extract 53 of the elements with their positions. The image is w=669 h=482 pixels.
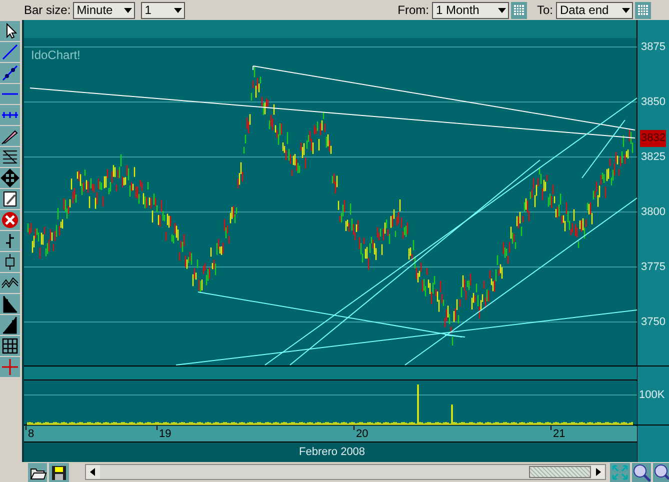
caret-icon [622, 8, 630, 12]
trend-line[interactable] [404, 198, 638, 366]
zoom-out-icon[interactable] [653, 462, 669, 482]
save-icon[interactable] [49, 462, 69, 482]
caret-icon [124, 8, 132, 12]
trend-line[interactable] [290, 160, 540, 366]
segment-icon[interactable] [0, 63, 20, 83]
trend-line[interactable] [582, 120, 626, 178]
dropdown[interactable]: 1 Month [432, 2, 509, 18]
trend-line[interactable] [198, 292, 462, 338]
field-label: Bar size: [24, 2, 71, 19]
volume-axis-label: 100K [639, 388, 665, 403]
dropdown[interactable]: 1 [140, 2, 185, 18]
month-label: Febrero 2008 [299, 445, 366, 460]
parallel-lines-icon[interactable] [0, 147, 20, 167]
pointer-icon[interactable] [0, 21, 20, 41]
field-label: From: [398, 2, 429, 19]
bar-chart-icon[interactable] [0, 231, 20, 251]
zigzag-icon[interactable] [0, 273, 20, 293]
scroll-left-icon[interactable] [86, 465, 100, 479]
price-axis-label: 3825 [641, 150, 666, 165]
dropdown[interactable]: Data end [556, 2, 633, 18]
last-price-badge: 3832 [640, 130, 666, 146]
calendar-icon[interactable] [510, 2, 527, 18]
date-axis-label: 8 [28, 427, 34, 442]
date-axis-label: 21 [553, 427, 566, 442]
candlestick-icon[interactable] [0, 252, 20, 272]
pencil-icon[interactable] [0, 126, 20, 146]
horizontal-scrollbar[interactable] [84, 464, 606, 480]
open-folder-icon[interactable] [28, 462, 48, 482]
scroll-right-icon[interactable] [590, 465, 605, 479]
move-icon[interactable] [0, 168, 20, 188]
trend-line[interactable] [176, 310, 638, 366]
date-axis-label: 19 [159, 427, 172, 442]
caret-icon [498, 8, 506, 12]
trend-line[interactable] [264, 98, 638, 366]
price-axis-label: 3775 [641, 260, 666, 275]
zoom-in-icon[interactable] [632, 462, 652, 482]
caret-icon [174, 8, 182, 12]
delete-icon[interactable] [0, 210, 20, 230]
price-axis-label: 3875 [641, 40, 666, 55]
chart-brand: IdoChart! [31, 47, 80, 64]
price-axis-label: 3800 [641, 205, 666, 220]
calendar-icon[interactable] [635, 2, 651, 18]
price-axis-label: 3850 [641, 95, 666, 110]
edit-icon[interactable] [0, 189, 20, 209]
date-axis-label: 20 [356, 427, 368, 442]
field-label: To: [536, 2, 553, 19]
scroll-thumb[interactable] [528, 466, 591, 478]
trend-line[interactable] [444, 334, 466, 338]
price-axis-label: 3750 [641, 315, 666, 330]
dropdown[interactable]: Minute [72, 2, 135, 18]
grid-icon[interactable] [0, 336, 20, 356]
